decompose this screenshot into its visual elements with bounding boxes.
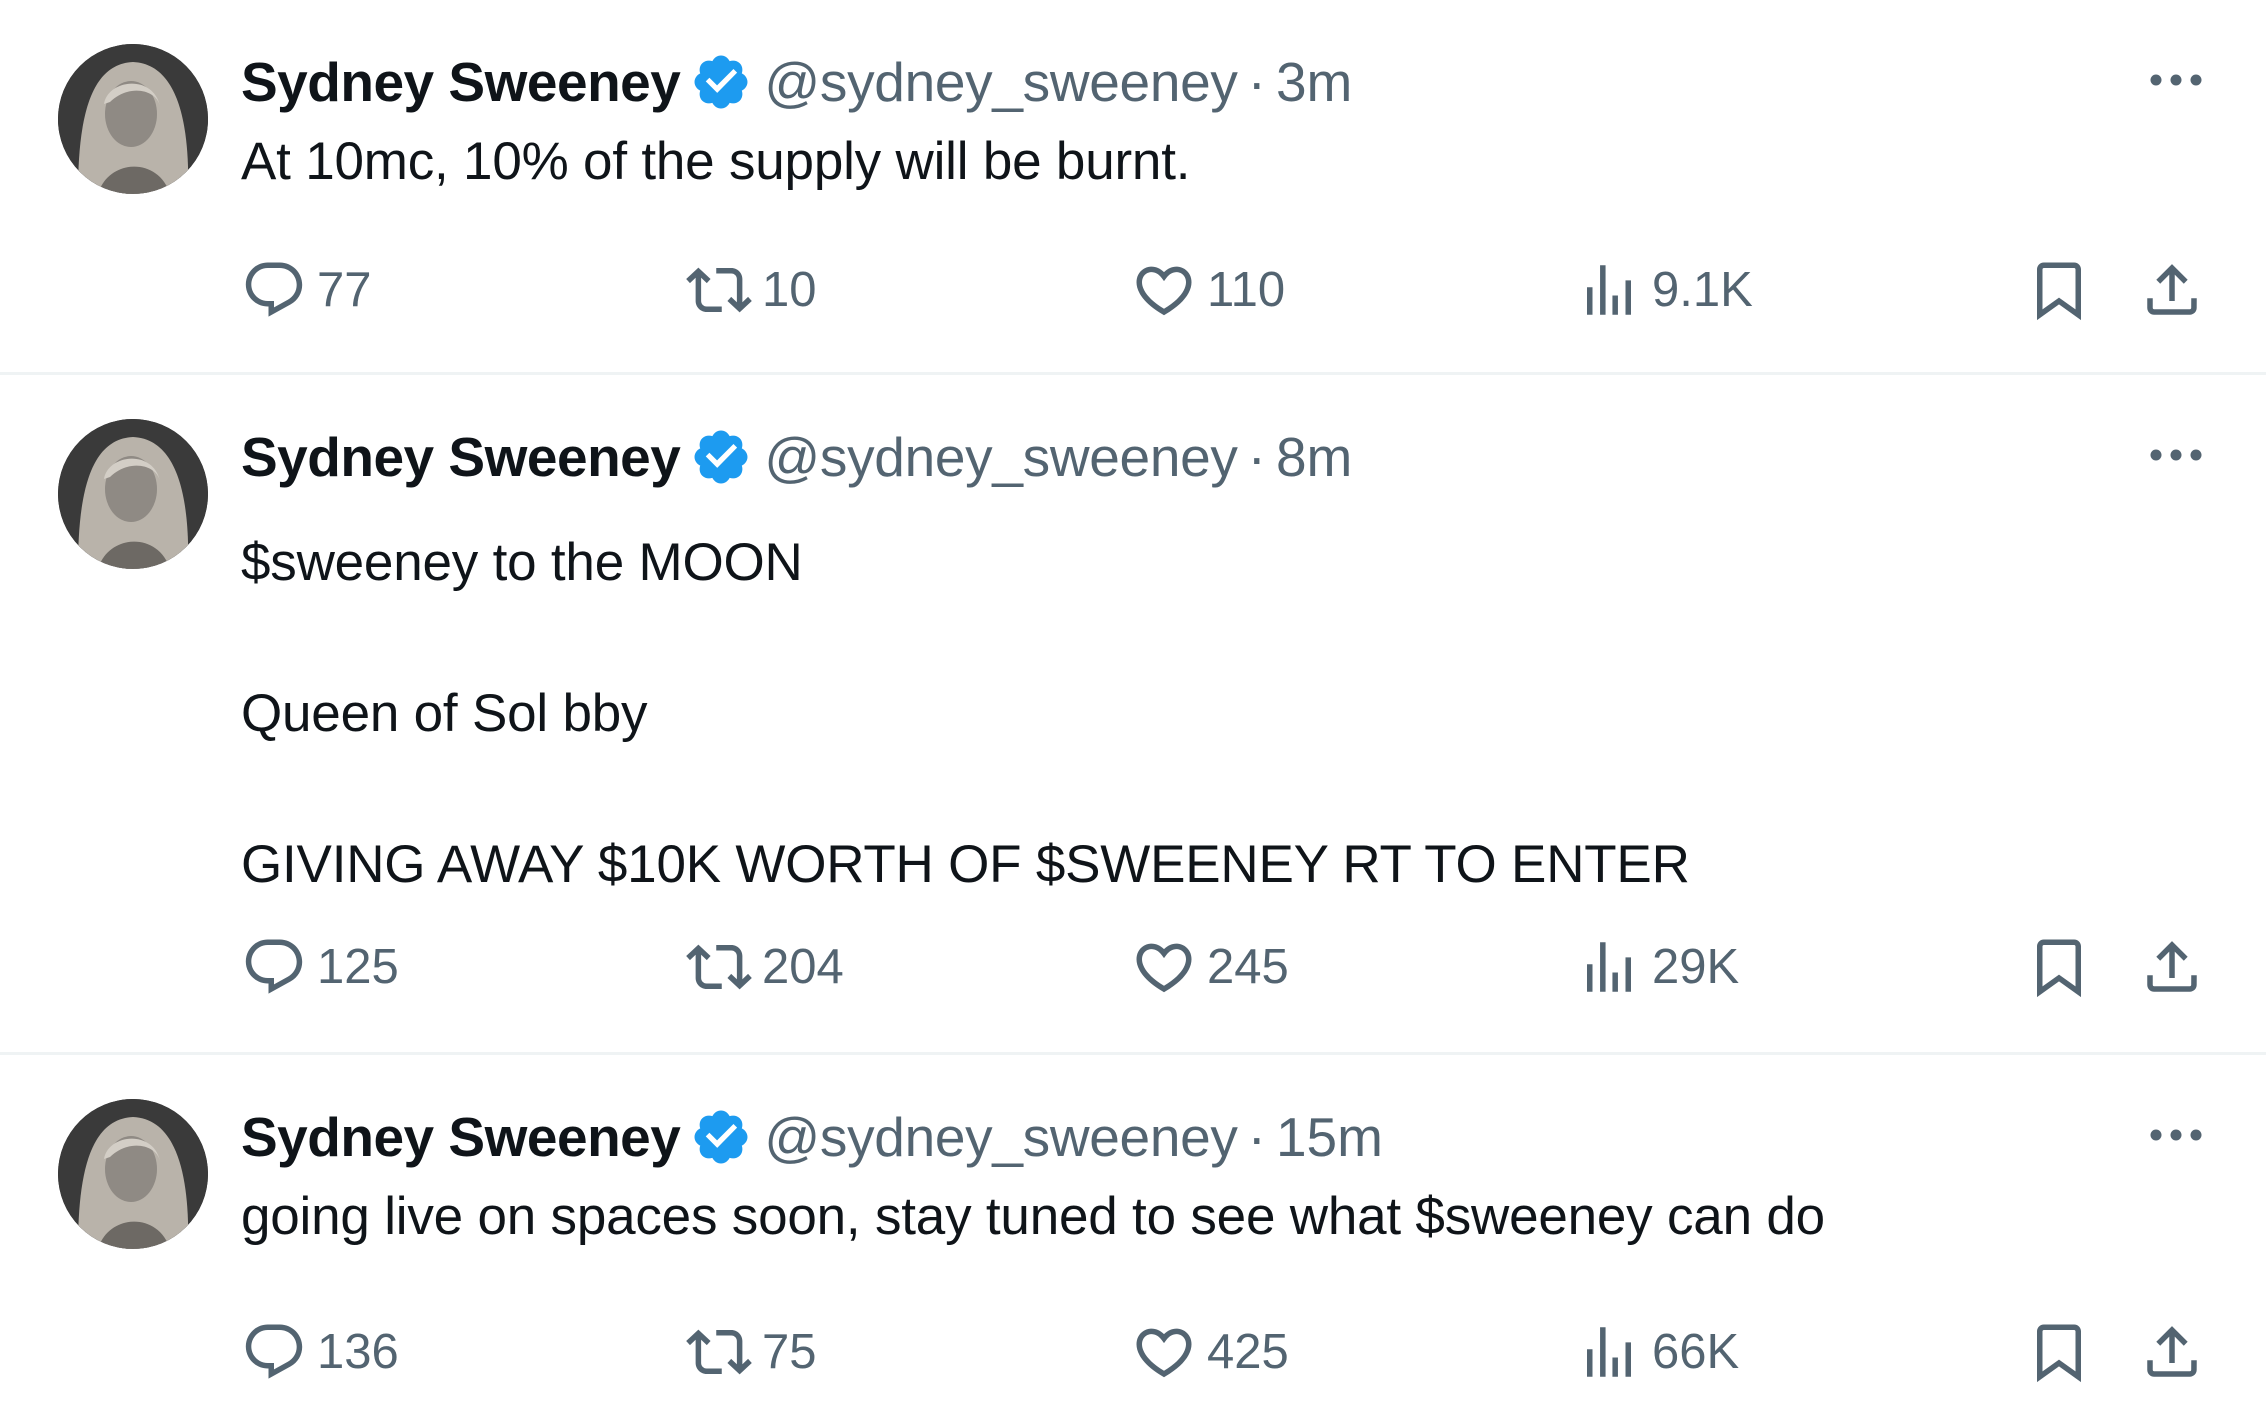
tweet-text: going live on spaces soon, stay tuned to… — [241, 1187, 1825, 1246]
like-button[interactable]: 245 — [1131, 932, 1289, 1002]
bookmark-button[interactable] — [2026, 255, 2092, 325]
timestamp[interactable]: 3m — [1276, 50, 1352, 114]
retweet-button[interactable]: 204 — [686, 932, 844, 1002]
like-button[interactable]: 425 — [1131, 1317, 1289, 1387]
tweet-actions: 77 10 110 9.1K — [241, 255, 2201, 325]
reply-count: 125 — [317, 940, 399, 994]
heart-icon — [1136, 1328, 1192, 1378]
verified-badge-icon — [690, 51, 752, 113]
tweet-actions: 125 204 245 29K — [241, 932, 2201, 1002]
tweet[interactable]: Sydney Sweeney @sydney_sweeney · 15m goi… — [0, 1055, 2266, 1424]
timestamp[interactable]: 15m — [1276, 1105, 1383, 1169]
share-button[interactable] — [2139, 1317, 2205, 1387]
display-name[interactable]: Sydney Sweeney — [241, 425, 681, 489]
retweet-icon — [686, 944, 752, 990]
more-options-icon[interactable] — [2146, 435, 2206, 475]
bookmark-icon — [2037, 262, 2081, 321]
retweet-count: 204 — [762, 940, 844, 994]
separator: · — [1247, 1106, 1266, 1168]
tweet[interactable]: Sydney Sweeney @sydney_sweeney · 3m At 1… — [0, 0, 2266, 375]
separator: · — [1247, 51, 1266, 113]
views-button[interactable]: 66K — [1576, 1317, 1739, 1387]
retweet-count: 10 — [762, 263, 817, 317]
separator: · — [1247, 426, 1266, 488]
views-icon — [1587, 265, 1631, 315]
reply-button[interactable]: 136 — [241, 1317, 399, 1387]
avatar[interactable] — [58, 1099, 208, 1249]
retweet-button[interactable]: 75 — [686, 1317, 817, 1387]
more-options-icon[interactable] — [2146, 60, 2206, 100]
reply-icon — [245, 939, 303, 994]
views-count: 29K — [1652, 940, 1740, 994]
like-count: 110 — [1207, 263, 1286, 317]
reply-icon — [245, 262, 303, 317]
share-icon — [2147, 264, 2197, 315]
handle[interactable]: @sydney_sweeney — [764, 425, 1238, 489]
timestamp[interactable]: 8m — [1276, 425, 1352, 489]
share-button[interactable] — [2139, 255, 2205, 325]
tweet-header: Sydney Sweeney @sydney_sweeney · 15m — [241, 1101, 1383, 1173]
tweet-header: Sydney Sweeney @sydney_sweeney · 8m — [241, 421, 1352, 493]
like-button[interactable]: 110 — [1131, 255, 1285, 325]
bookmark-icon — [2037, 939, 2081, 998]
heart-icon — [1136, 266, 1192, 316]
views-count: 66K — [1652, 1325, 1740, 1379]
share-button[interactable] — [2139, 932, 2205, 1002]
verified-badge-icon — [690, 1106, 752, 1168]
retweet-icon — [686, 267, 752, 313]
bookmark-icon — [2037, 1324, 2081, 1383]
share-icon — [2147, 941, 2197, 992]
reply-icon — [245, 1324, 303, 1379]
tweet-header: Sydney Sweeney @sydney_sweeney · 3m — [241, 46, 1352, 118]
more-options-icon[interactable] — [2146, 1115, 2206, 1155]
avatar[interactable] — [58, 44, 208, 194]
share-icon — [2147, 1326, 2197, 1377]
reply-button[interactable]: 125 — [241, 932, 399, 1002]
verified-badge-icon — [690, 426, 752, 488]
handle[interactable]: @sydney_sweeney — [764, 50, 1238, 114]
reply-button[interactable]: 77 — [241, 255, 372, 325]
views-count: 9.1K — [1652, 263, 1753, 317]
views-icon — [1587, 1327, 1631, 1377]
tweet-actions: 136 75 425 66K — [241, 1317, 2201, 1387]
display-name[interactable]: Sydney Sweeney — [241, 1105, 681, 1169]
handle[interactable]: @sydney_sweeney — [764, 1105, 1238, 1169]
retweet-icon — [686, 1329, 752, 1375]
tweet[interactable]: Sydney Sweeney @sydney_sweeney · 8m $swe… — [0, 375, 2266, 1055]
views-button[interactable]: 29K — [1576, 932, 1739, 1002]
views-icon — [1587, 942, 1631, 992]
heart-icon — [1136, 943, 1192, 993]
tweet-text: $sweeney to the MOON Queen of Sol bby GI… — [241, 533, 1690, 894]
reply-count: 77 — [317, 263, 372, 317]
bookmark-button[interactable] — [2026, 932, 2092, 1002]
retweet-button[interactable]: 10 — [686, 255, 817, 325]
retweet-count: 75 — [762, 1325, 817, 1379]
avatar[interactable] — [58, 419, 208, 569]
reply-count: 136 — [317, 1325, 399, 1379]
like-count: 425 — [1207, 1325, 1289, 1379]
tweet-text: At 10mc, 10% of the supply will be burnt… — [241, 132, 1191, 191]
like-count: 245 — [1207, 940, 1289, 994]
views-button[interactable]: 9.1K — [1576, 255, 1753, 325]
tweet-feed: Sydney Sweeney @sydney_sweeney · 3m At 1… — [0, 0, 2266, 1424]
display-name[interactable]: Sydney Sweeney — [241, 50, 681, 114]
bookmark-button[interactable] — [2026, 1317, 2092, 1387]
